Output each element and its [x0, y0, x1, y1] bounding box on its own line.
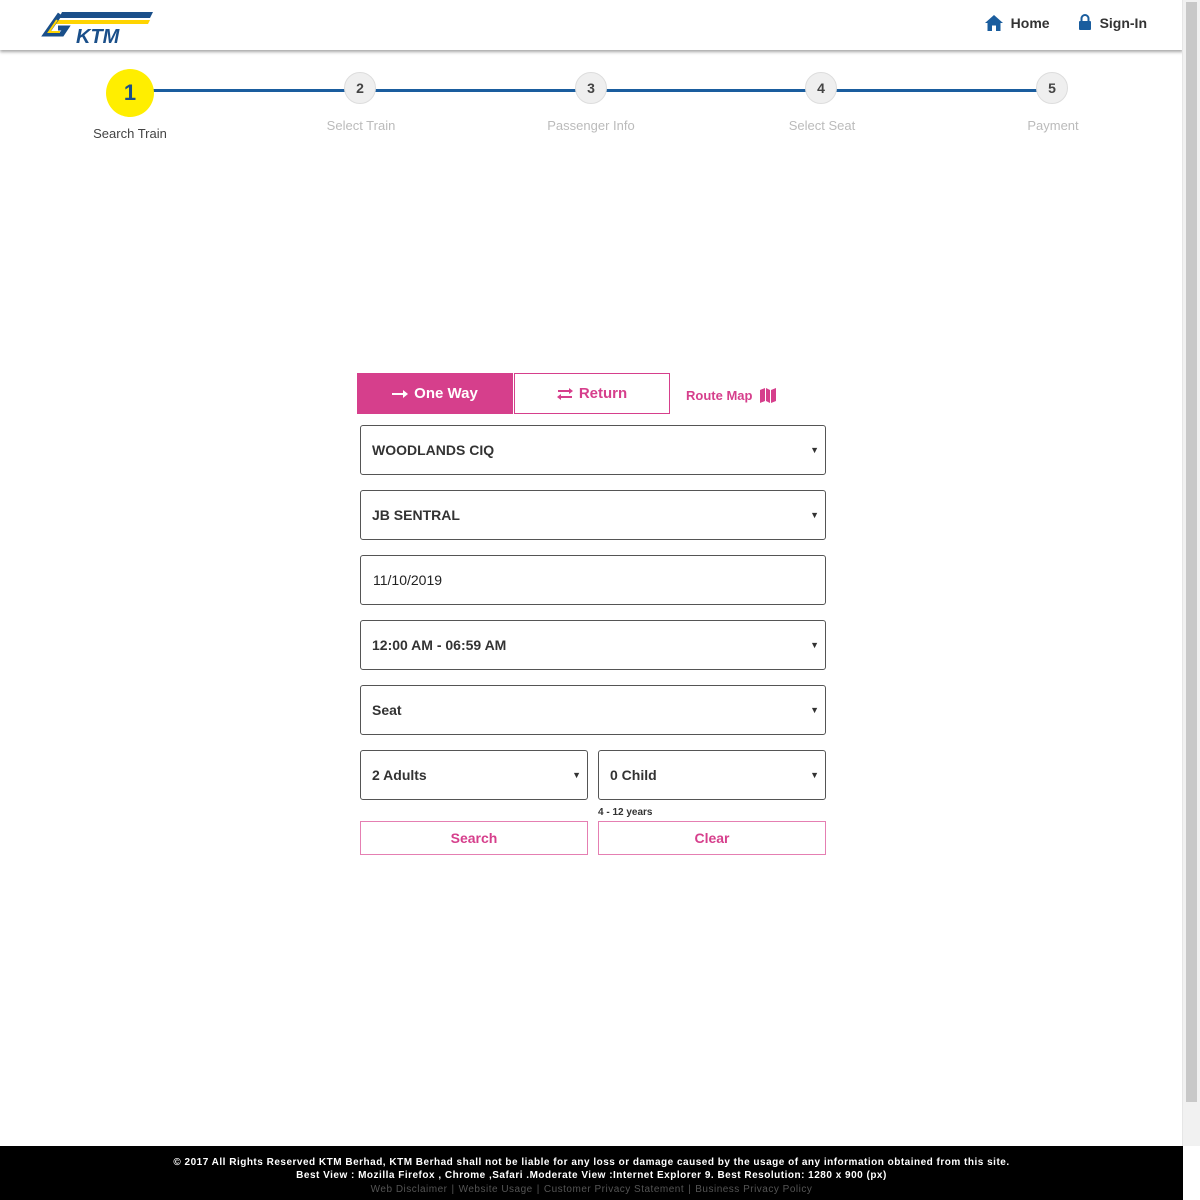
- nav-home-label: Home: [1010, 14, 1050, 31]
- customer-privacy-link[interactable]: Customer Privacy Statement: [544, 1184, 684, 1195]
- route-map-link[interactable]: Route Map: [686, 388, 777, 403]
- top-nav: Home Sign-In: [984, 14, 1147, 31]
- step-1-circle: 1: [106, 69, 154, 117]
- copyright-text: © 2017 All Rights Reserved KTM Berhad, K…: [173, 1157, 1010, 1168]
- link-separator: |: [536, 1184, 540, 1195]
- business-privacy-link[interactable]: Business Privacy Policy: [695, 1184, 812, 1195]
- nav-sign-in-label: Sign-In: [1099, 14, 1147, 31]
- step-connector: [370, 89, 590, 92]
- return-label: Return: [578, 385, 628, 402]
- svg-text:KTM: KTM: [76, 26, 121, 46]
- destination-select[interactable]: JB SENTRAL ▼: [360, 490, 826, 540]
- link-separator: |: [688, 1184, 692, 1195]
- origin-select[interactable]: WOODLANDS CIQ ▼: [360, 425, 826, 475]
- step-2-circle: 2: [344, 72, 376, 104]
- site-footer: © 2017 All Rights Reserved KTM Berhad, K…: [0, 1146, 1183, 1200]
- step-connector: [600, 89, 822, 92]
- time-value: 12:00 AM - 06:59 AM: [372, 637, 507, 653]
- child-value: 0 Child: [610, 767, 657, 783]
- step-2-label: Select Train: [326, 118, 396, 133]
- ktm-logo-graphic: KTM: [41, 12, 153, 48]
- adults-select[interactable]: 2 Adults ▼: [360, 750, 588, 800]
- nav-sign-in[interactable]: Sign-In: [1078, 14, 1147, 31]
- child-select[interactable]: 0 Child ▼: [598, 750, 826, 800]
- date-value: 11/10/2019: [373, 572, 443, 588]
- home-icon: [984, 14, 1003, 31]
- adults-value: 2 Adults: [372, 767, 427, 783]
- link-separator: |: [451, 1184, 455, 1195]
- search-button[interactable]: Search: [360, 821, 588, 855]
- nav-home[interactable]: Home: [984, 14, 1050, 31]
- website-usage-link[interactable]: Website Usage: [459, 1184, 533, 1195]
- class-value: Seat: [372, 702, 402, 718]
- web-disclaimer-link[interactable]: Web Disclaimer: [371, 1184, 448, 1195]
- step-4-circle: 4: [805, 72, 837, 104]
- footer-links: Web Disclaimer | Website Usage | Customer Pr…: [0, 1184, 1183, 1195]
- site-header: KTM Home Sign-In: [0, 0, 1183, 50]
- step-connector: [150, 89, 360, 92]
- time-select[interactable]: 12:00 AM - 06:59 AM ▼: [360, 620, 826, 670]
- arrow-right-icon: [392, 389, 409, 398]
- lock-icon: [1078, 14, 1091, 30]
- destination-value: JB SENTRAL: [372, 507, 460, 523]
- step-4-label: Select Seat: [788, 118, 856, 133]
- step-3-circle: 3: [575, 72, 607, 104]
- step-5-circle: 5: [1036, 72, 1068, 104]
- ktm-logo[interactable]: KTM: [40, 10, 155, 48]
- step-connector: [832, 89, 1052, 92]
- one-way-button[interactable]: One Way: [357, 373, 513, 414]
- chevron-down-icon: ▼: [810, 445, 819, 455]
- scrollbar-thumb[interactable]: [1186, 2, 1197, 1102]
- origin-value: WOODLANDS CIQ: [372, 442, 495, 458]
- best-view-text: Best View : Mozilla Firefox , Chrome ,Sa…: [296, 1170, 887, 1181]
- page-scrollbar[interactable]: [1182, 0, 1200, 1146]
- chevron-down-icon: ▼: [810, 640, 819, 650]
- return-button[interactable]: Return: [514, 373, 670, 414]
- route-map-label: Route Map: [686, 388, 753, 403]
- class-select[interactable]: Seat ▼: [360, 685, 826, 735]
- step-1-label: Search Train: [93, 126, 167, 141]
- step-3-label: Passenger Info: [547, 118, 635, 133]
- map-icon: [760, 388, 777, 403]
- chevron-down-icon: ▼: [572, 770, 581, 780]
- one-way-label: One Way: [414, 385, 478, 402]
- child-age-hint: 4 - 12 years: [598, 807, 653, 818]
- chevron-down-icon: ▼: [810, 770, 819, 780]
- booking-stepper: 1 2 3 4 5 Search Train Select Train Pass…: [0, 62, 1183, 152]
- exchange-icon: [556, 387, 573, 400]
- chevron-down-icon: ▼: [810, 705, 819, 715]
- clear-button[interactable]: Clear: [598, 821, 826, 855]
- date-input[interactable]: 11/10/2019: [360, 555, 826, 605]
- chevron-down-icon: ▼: [810, 510, 819, 520]
- step-5-label: Payment: [1027, 118, 1079, 133]
